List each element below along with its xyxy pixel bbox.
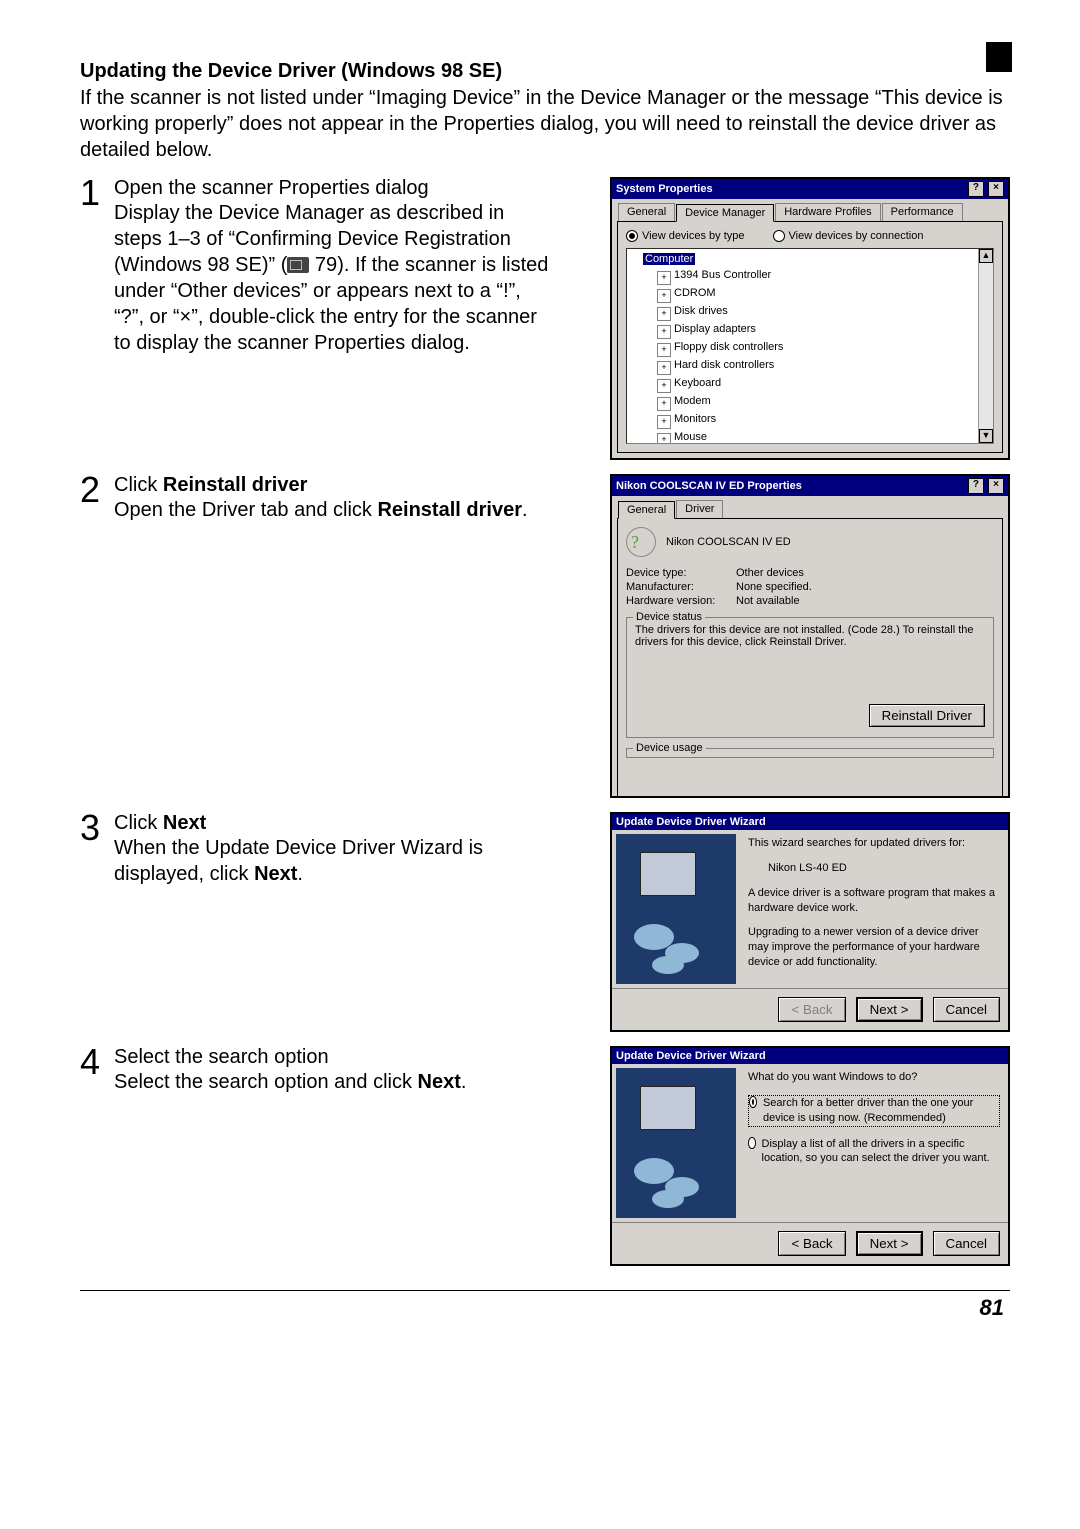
- step-title: Click Next: [114, 812, 600, 835]
- system-properties-window: System Properties ? × General Device Man…: [610, 177, 1010, 460]
- value: None specified.: [736, 581, 994, 593]
- step-title: Select the search option: [114, 1046, 600, 1069]
- radio-label: View devices by connection: [789, 230, 924, 242]
- question-icon: ?: [626, 527, 656, 557]
- text-fragment: Reinstall driver: [377, 499, 522, 521]
- back-button[interactable]: < Back: [778, 1231, 845, 1256]
- radio-icon: [749, 1096, 757, 1108]
- step-title: Click Reinstall driver: [114, 474, 600, 497]
- option-search-better-driver[interactable]: Search for a better driver than the one …: [748, 1095, 1000, 1127]
- tree-item[interactable]: Display adapters: [674, 323, 756, 335]
- tree-item[interactable]: Disk drives: [674, 305, 728, 317]
- tab-driver[interactable]: Driver: [676, 500, 723, 518]
- option-label: Display a list of all the drivers in a s…: [762, 1137, 1001, 1167]
- help-icon[interactable]: ?: [968, 478, 984, 494]
- wizard-line: This wizard searches for updated drivers…: [748, 836, 1000, 851]
- text-fragment: Open the Driver tab and click: [114, 499, 377, 521]
- tabs: General Device Manager Hardware Profiles…: [618, 203, 1002, 221]
- update-driver-wizard-window: Update Device Driver Wizard This wizard …: [610, 812, 1010, 1032]
- radio-view-by-type[interactable]: View devices by type: [626, 230, 745, 242]
- text-fragment: .: [297, 863, 303, 885]
- text-fragment: Click: [114, 474, 163, 496]
- device-tree[interactable]: Computer +1394 Bus Controller +CDROM +Di…: [626, 248, 994, 444]
- step-number: 3: [80, 810, 114, 846]
- tree-item[interactable]: Floppy disk controllers: [674, 341, 783, 353]
- wizard-line: A device driver is a software program th…: [748, 886, 1000, 916]
- tab-general[interactable]: General: [618, 501, 675, 519]
- tree-item[interactable]: CDROM: [674, 287, 716, 299]
- tree-item[interactable]: Mouse: [674, 431, 707, 443]
- label: Device type:: [626, 567, 736, 579]
- tab-device-manager[interactable]: Device Manager: [676, 204, 774, 222]
- wizard-device: Nikon LS-40 ED: [768, 861, 1000, 876]
- step-text: Open the Driver tab and click Reinstall …: [114, 497, 554, 523]
- group-title: Device usage: [633, 742, 706, 754]
- wizard-line: Upgrading to a newer version of a device…: [748, 925, 1000, 970]
- reinstall-driver-button[interactable]: Reinstall Driver: [869, 704, 985, 727]
- footer-rule: [80, 1290, 1010, 1291]
- radio-label: View devices by type: [642, 230, 745, 242]
- radio-view-by-connection[interactable]: View devices by connection: [773, 230, 924, 242]
- page-ref-icon: [287, 257, 309, 273]
- tree-item[interactable]: Monitors: [674, 413, 716, 425]
- wizard-question: What do you want Windows to do?: [748, 1070, 1000, 1085]
- text-fragment: Reinstall driver: [163, 474, 308, 496]
- window-title: Update Device Driver Wizard: [616, 1050, 766, 1062]
- next-button[interactable]: Next >: [856, 1231, 923, 1256]
- option-label: Search for a better driver than the one …: [763, 1096, 999, 1126]
- tree-item[interactable]: 1394 Bus Controller: [674, 269, 771, 281]
- close-icon[interactable]: ×: [988, 478, 1004, 494]
- option-display-list[interactable]: Display a list of all the drivers in a s…: [748, 1137, 1000, 1167]
- radio-icon: [748, 1137, 756, 1149]
- text-fragment: Select the search option and click: [114, 1071, 418, 1093]
- tree-root[interactable]: Computer: [643, 253, 695, 265]
- step-title: Open the scanner Properties dialog: [114, 177, 600, 200]
- label: Manufacturer:: [626, 581, 736, 593]
- page-ref-number: 79: [309, 254, 337, 276]
- section-heading: Updating the Device Driver (Windows 98 S…: [80, 60, 1010, 83]
- step-number: 4: [80, 1044, 114, 1080]
- next-button[interactable]: Next >: [856, 997, 923, 1022]
- text-fragment: .: [461, 1071, 467, 1093]
- wizard-graphic: [616, 1068, 736, 1218]
- wizard-graphic: [616, 834, 736, 984]
- tree-item[interactable]: Keyboard: [674, 377, 721, 389]
- text-fragment: Next: [163, 812, 206, 834]
- window-title: Nikon COOLSCAN IV ED Properties: [616, 480, 802, 492]
- label: Hardware version:: [626, 595, 736, 607]
- text-fragment: Click: [114, 812, 163, 834]
- tree-item[interactable]: Hard disk controllers: [674, 359, 774, 371]
- step-text: Select the search option and click Next.: [114, 1069, 554, 1095]
- scroll-down-icon[interactable]: ▼: [979, 429, 993, 443]
- cancel-button[interactable]: Cancel: [933, 1231, 1001, 1256]
- text-fragment: .: [522, 499, 528, 521]
- back-button: < Back: [778, 997, 845, 1022]
- device-properties-window: Nikon COOLSCAN IV ED Properties ? × Gene…: [610, 474, 1010, 798]
- status-text: The drivers for this device are not inst…: [635, 624, 985, 664]
- device-name: Nikon COOLSCAN IV ED: [666, 536, 791, 548]
- window-title: Update Device Driver Wizard: [616, 816, 766, 828]
- tab-hardware-profiles[interactable]: Hardware Profiles: [775, 203, 880, 221]
- group-title: Device status: [633, 611, 705, 623]
- value: Other devices: [736, 567, 994, 579]
- scrollbar[interactable]: ▲ ▼: [978, 249, 993, 443]
- tree-item[interactable]: Modem: [674, 395, 711, 407]
- step-number: 2: [80, 472, 114, 508]
- tab-performance[interactable]: Performance: [882, 203, 963, 221]
- window-title: System Properties: [616, 183, 713, 195]
- cancel-button[interactable]: Cancel: [933, 997, 1001, 1022]
- update-driver-wizard-window: Update Device Driver Wizard What do you …: [610, 1046, 1010, 1266]
- section-intro: If the scanner is not listed under “Imag…: [80, 85, 1010, 163]
- step-number: 1: [80, 175, 114, 211]
- step-text: When the Update Device Driver Wizard is …: [114, 835, 554, 887]
- tab-general[interactable]: General: [618, 203, 675, 221]
- help-icon[interactable]: ?: [968, 181, 984, 197]
- text-fragment: Next: [254, 863, 297, 885]
- scroll-up-icon[interactable]: ▲: [979, 249, 993, 263]
- close-icon[interactable]: ×: [988, 181, 1004, 197]
- page-number: 81: [80, 1295, 1010, 1321]
- step-text: Display the Device Manager as described …: [114, 200, 554, 356]
- text-fragment: Next: [418, 1071, 461, 1093]
- value: Not available: [736, 595, 994, 607]
